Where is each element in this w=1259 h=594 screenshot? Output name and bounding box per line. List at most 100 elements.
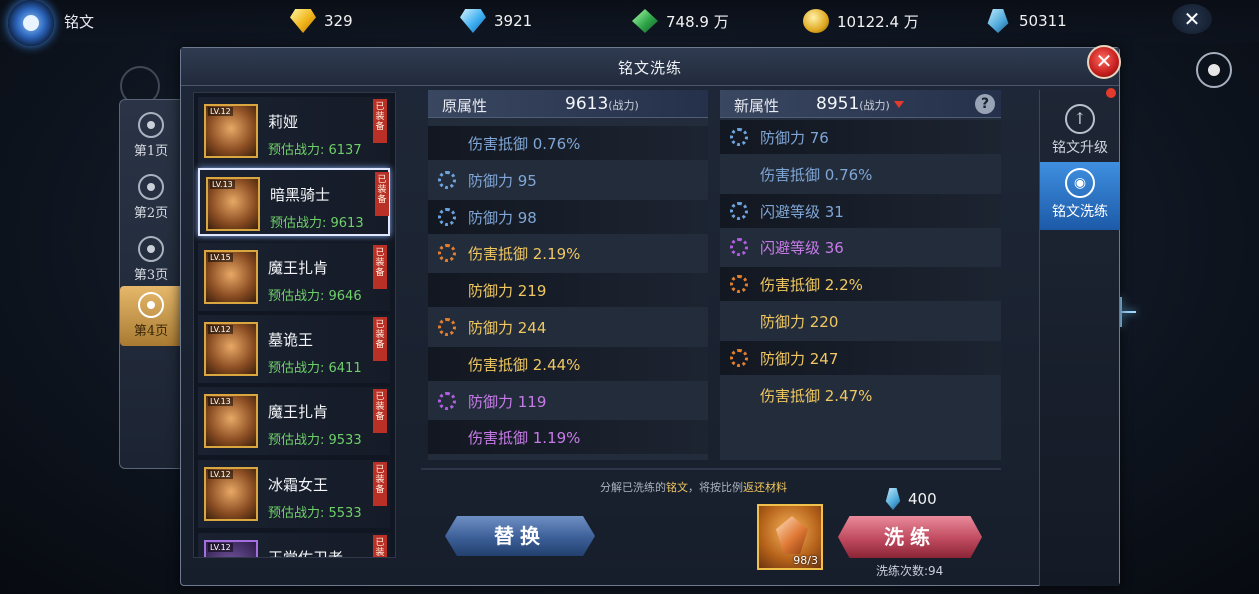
attribute-row: 防御力 98 — [428, 199, 708, 234]
tab-page-1[interactable]: 第1页 — [120, 106, 182, 166]
attribute-text: 伤害抵御 2.19% — [468, 245, 581, 264]
resource-green-crystal[interactable]: 748.9 万 — [632, 6, 729, 36]
character-item[interactable]: LV.12 王党佐卫者 已装备 — [198, 533, 390, 558]
notification-dot — [1106, 88, 1116, 98]
gold-swirl-icon — [438, 244, 456, 263]
hexagram-icon — [138, 292, 164, 318]
top-bar: 铭文 329 3921 748.9 万 10122.4 万 50311 ✕ — [0, 0, 1259, 46]
resource-value: 748.9 万 — [666, 12, 729, 31]
attribute-text: 伤害抵御 2.44% — [468, 355, 581, 374]
material-count: 98/3 — [793, 554, 818, 567]
character-list: LV.12 莉娅 预估战力: 6137 已装备 LV.13 暗黑骑士 预估战力:… — [193, 92, 396, 558]
level-badge: LV.12 — [208, 107, 233, 116]
character-portrait: LV.13 — [204, 394, 258, 448]
character-name: 墓诡王 — [268, 331, 314, 349]
equipped-tag: 已装备 — [373, 462, 387, 506]
resource-gold-diamond[interactable]: 329 — [290, 6, 353, 36]
original-label: 原属性 — [442, 97, 488, 115]
decrease-arrow-icon — [893, 100, 904, 108]
character-item[interactable]: LV.13 魔王扎肯 预估战力: 9533 已装备 — [198, 387, 390, 455]
original-power: 9613(战力) — [565, 94, 639, 114]
equipped-tag: 已装备 — [373, 317, 387, 361]
wash-button[interactable]: 洗练 — [838, 516, 982, 558]
help-button[interactable]: ? — [975, 94, 995, 114]
replace-button[interactable]: 替换 — [445, 516, 595, 556]
tab-inscription-upgrade[interactable]: 铭文升级 — [1040, 98, 1120, 166]
original-header: 原属性 9613(战力) — [428, 90, 708, 118]
hint-text: ，将按比例 — [688, 481, 743, 494]
tab-label: 第2页 — [133, 206, 169, 221]
character-name: 魔王扎肯 — [268, 403, 329, 421]
attribute-text: 防御力 219 — [468, 282, 547, 301]
attribute-row: 伤害抵御 0.76% — [428, 126, 708, 160]
character-power: 预估战力: 9533 — [268, 433, 362, 448]
equipped-tag: 已装备 — [373, 389, 387, 433]
character-item[interactable]: LV.12 莉娅 预估战力: 6137 已装备 — [198, 97, 390, 165]
tab-page-3[interactable]: 第3页 — [120, 230, 182, 290]
character-item[interactable]: LV.15 魔王扎肯 预估战力: 9646 已装备 — [198, 243, 390, 311]
refine-stone-icon — [776, 516, 808, 554]
attribute-row: 闪避等级 31 — [720, 193, 1001, 228]
level-badge: LV.12 — [208, 470, 233, 479]
character-item[interactable]: LV.12 冰霜女王 预估战力: 5533 已装备 — [198, 460, 390, 528]
original-power-value: 9613 — [565, 94, 609, 114]
attribute-text: 伤害抵御 0.76% — [760, 165, 873, 184]
character-portrait: LV.12 — [204, 540, 258, 557]
attribute-row: 闪避等级 36 — [720, 230, 1001, 264]
tab-page-2[interactable]: 第2页 — [120, 168, 182, 228]
character-portrait: LV.12 — [204, 104, 258, 158]
attribute-text: 防御力 98 — [468, 208, 537, 227]
tab-label: 第3页 — [133, 268, 169, 283]
character-item[interactable]: LV.12 墓诡王 预估战力: 6411 已装备 — [198, 315, 390, 383]
blue-swirl-icon — [730, 201, 748, 220]
resource-blue-diamond[interactable]: 3921 — [460, 6, 532, 36]
character-name: 冰霜女王 — [268, 476, 329, 494]
character-power: 预估战力: 5533 — [268, 506, 362, 521]
character-name: 王党佐卫者 — [268, 549, 344, 558]
attribute-text: 防御力 95 — [468, 171, 537, 190]
resource-value: 3921 — [494, 12, 533, 30]
upgrade-arrow-icon — [1065, 104, 1095, 134]
character-power: 预估战力: 6411 — [268, 361, 362, 376]
resource-gold-coin[interactable]: 10122.4 万 — [803, 6, 919, 36]
refine-swirl-icon — [1065, 168, 1095, 198]
gold-diamond-icon — [290, 9, 316, 33]
attribute-row: 防御力 95 — [428, 163, 708, 197]
blue-diamond-icon — [460, 9, 486, 33]
page-tabs: 第1页 第2页 第3页 第4页 — [119, 99, 183, 469]
tab-page-4[interactable]: 第4页 — [120, 286, 182, 346]
equipped-tag: 已装备 — [373, 535, 387, 557]
attribute-row: 伤害抵御 2.44% — [428, 346, 708, 381]
attribute-text: 防御力 247 — [760, 349, 839, 368]
character-portrait: LV.12 — [204, 322, 258, 376]
new-power: 8951(战力) — [816, 94, 904, 114]
attribute-row: 伤害抵御 2.47% — [720, 378, 1001, 412]
character-name: 莉娅 — [268, 113, 299, 131]
attribute-row: 防御力 119 — [428, 384, 708, 418]
wash-count: 洗练次数:94 — [876, 564, 944, 578]
character-portrait: LV.15 — [204, 250, 258, 304]
character-item-selected[interactable]: LV.13 暗黑骑士 预估战力: 9613 已装备 — [198, 168, 390, 236]
hint-highlight: 返还材料 — [743, 481, 787, 494]
close-button[interactable]: ✕ — [1087, 45, 1121, 79]
blue-crystal-icon — [885, 488, 901, 510]
tab-label: 第1页 — [133, 144, 169, 159]
blue-swirl-icon — [438, 207, 456, 226]
tab-inscription-refine[interactable]: 铭文洗练 — [1040, 162, 1120, 230]
record-button[interactable] — [1196, 52, 1232, 88]
attribute-text: 防御力 76 — [760, 129, 829, 147]
level-badge: LV.12 — [208, 543, 233, 552]
page-title: 铭文 — [64, 13, 95, 31]
tab-label: 第4页 — [133, 324, 169, 339]
material-slot[interactable]: 98/3 — [757, 504, 823, 570]
attribute-text: 伤害抵御 2.47% — [760, 386, 873, 405]
new-header: 新属性 8951(战力) ? — [720, 90, 1001, 118]
attribute-row: 防御力 76 — [720, 120, 1001, 154]
new-attributes: 新属性 8951(战力) ? 防御力 76 伤害抵御 0.76% 闪避等级 31 闪避… — [720, 90, 1001, 460]
hexagram-icon — [138, 174, 164, 200]
character-portrait: LV.13 — [206, 177, 260, 231]
hint-text: 分解已洗练的 — [600, 481, 666, 494]
attribute-row: 伤害抵御 1.19% — [428, 420, 708, 455]
top-close-button[interactable]: ✕ — [1172, 4, 1212, 34]
resource-blue-crystal[interactable]: 50311 — [985, 6, 1067, 36]
